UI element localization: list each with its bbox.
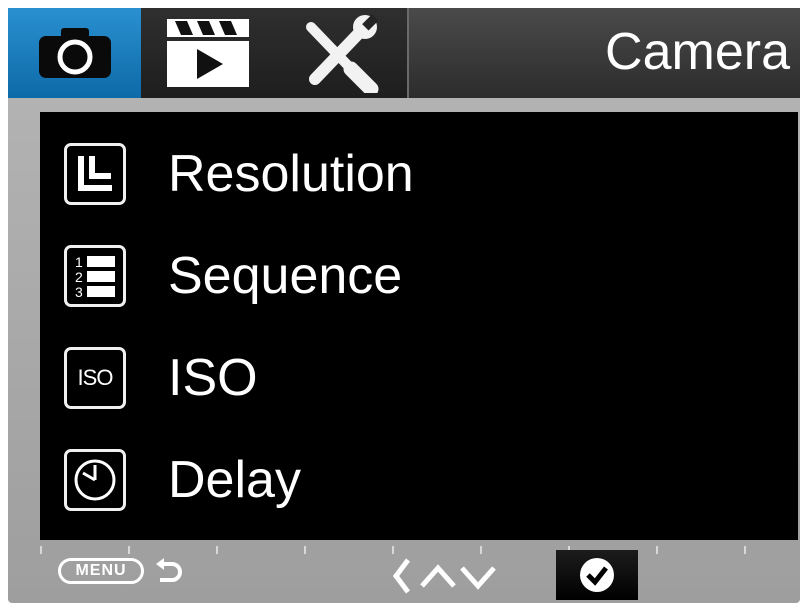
- svg-text:3: 3: [75, 284, 83, 300]
- tab-setup[interactable]: [274, 8, 407, 98]
- iso-icon-text: ISO: [77, 365, 114, 390]
- camera-icon: [38, 28, 111, 78]
- menu-item-label: ISO: [168, 349, 258, 407]
- chevron-up-icon[interactable]: [420, 564, 456, 588]
- menu-label: MENU: [58, 558, 144, 584]
- menu-item-delay[interactable]: Delay: [40, 432, 798, 528]
- tick: [304, 546, 306, 554]
- checkmark-icon: [580, 558, 614, 592]
- tick: [40, 546, 42, 554]
- bottom-bar: MENU: [8, 546, 800, 603]
- menu-item-label: Delay: [168, 451, 301, 509]
- chevron-down-icon[interactable]: [460, 566, 496, 590]
- svg-text:1: 1: [75, 254, 83, 270]
- clock-icon: [64, 449, 126, 511]
- menu-item-label: Resolution: [168, 145, 414, 203]
- tab-video[interactable]: [141, 8, 274, 98]
- clapperboard-icon: [166, 19, 249, 87]
- menu-panel: Resolution 1 2 3 Sequence ISO ISO Delay: [40, 112, 798, 540]
- device-screen: Camera Resolution 1 2 3 Sequence ISO ISO…: [8, 8, 800, 603]
- menu-button[interactable]: MENU: [58, 556, 148, 586]
- tick: [656, 546, 658, 554]
- sequence-icon: 1 2 3: [64, 245, 126, 307]
- iso-icon: ISO: [64, 347, 126, 409]
- tick: [216, 546, 218, 554]
- chevron-left-icon[interactable]: [392, 558, 410, 594]
- tab-divider: [407, 8, 409, 98]
- tick: [744, 546, 746, 554]
- resolution-icon: [64, 143, 126, 205]
- menu-item-label: Sequence: [168, 247, 403, 305]
- tab-bar: Camera: [8, 8, 800, 98]
- svg-text:2: 2: [75, 269, 83, 285]
- return-arrow-icon[interactable]: [154, 558, 184, 588]
- page-title: Camera: [605, 23, 790, 81]
- nav-arrows: [392, 558, 496, 594]
- menu-item-sequence[interactable]: 1 2 3 Sequence: [40, 228, 798, 324]
- wrench-screwdriver-icon: [305, 14, 378, 93]
- tick: [128, 546, 130, 554]
- menu-item-resolution[interactable]: Resolution: [40, 126, 798, 222]
- tab-camera[interactable]: [8, 8, 141, 98]
- menu-item-iso[interactable]: ISO ISO: [40, 330, 798, 426]
- ok-button[interactable]: [556, 550, 638, 600]
